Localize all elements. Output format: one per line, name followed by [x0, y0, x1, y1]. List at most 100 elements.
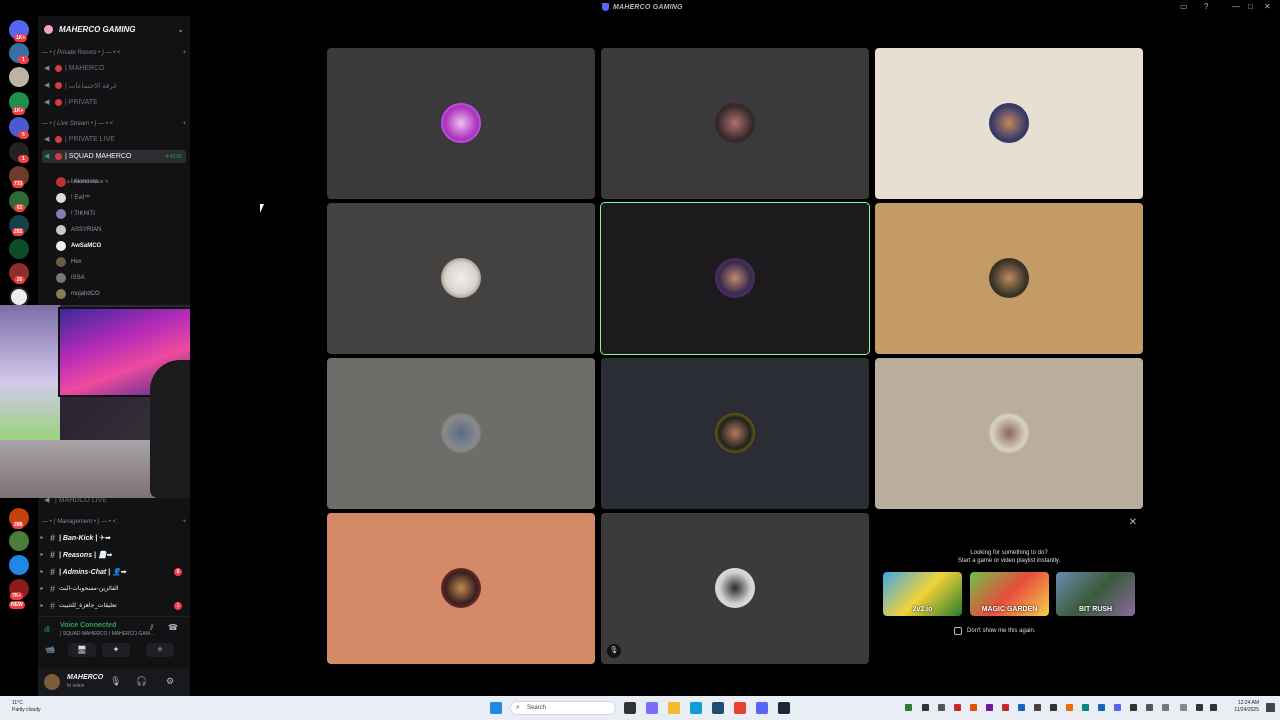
avatar[interactable]	[44, 674, 60, 690]
guild-header[interactable]: MAHERCO GAMING ⌄	[38, 16, 190, 42]
category-private-rooms[interactable]: — • ( Private Rooms • ) — • < +	[42, 50, 186, 56]
voice-channel-maherco[interactable]: ◀ | MAHERCO	[42, 62, 186, 75]
volume-icon[interactable]	[1210, 704, 1217, 711]
chrome-icon[interactable]	[734, 702, 746, 714]
voice-channel-squad-maherco[interactable]: ◀ | SQUAD MAHERCO 4:42:56	[42, 150, 186, 163]
task-view-icon[interactable]	[624, 702, 636, 714]
participant-tile[interactable]	[875, 358, 1143, 509]
voice-channel-private-live[interactable]: ◀ | PRIVATE LIVE	[42, 133, 186, 146]
participant-tile-speaking[interactable]	[600, 202, 870, 355]
add-channel-icon[interactable]: +	[182, 121, 186, 127]
participant-tile[interactable]	[875, 203, 1143, 354]
store-icon[interactable]	[712, 702, 724, 714]
category-live-stream[interactable]: — • ( Live Stream • ) — • < +	[42, 121, 186, 127]
username[interactable]: MAHERCO	[67, 674, 103, 681]
camera-button[interactable]: 📹	[34, 643, 66, 657]
close-button[interactable]: ✕	[1264, 2, 1271, 11]
tray-icon[interactable]	[970, 704, 977, 711]
add-channel-icon[interactable]: +	[182, 50, 186, 56]
checkbox[interactable]	[954, 627, 962, 635]
chevron-up-icon[interactable]	[1180, 704, 1187, 711]
text-channel-comments[interactable]: ▸ # تعليقات_جاهزة_للتثبيت 1	[38, 598, 190, 613]
start-icon[interactable]	[490, 702, 502, 714]
taskbar-search[interactable]: ⌕ Search	[510, 701, 616, 715]
dont-show-again[interactable]: Don't show me this again.	[954, 627, 1036, 635]
tray-icon[interactable]	[1098, 704, 1105, 711]
participant-tile[interactable]	[327, 203, 595, 354]
tray-icon[interactable]	[1002, 704, 1009, 711]
headphones-icon[interactable]: 🎧	[136, 676, 147, 687]
tray-icon[interactable]	[938, 704, 945, 711]
chevron-down-icon[interactable]: ⌄	[177, 25, 184, 34]
tray-icon[interactable]	[1146, 704, 1153, 711]
bluetooth-icon[interactable]	[1162, 704, 1169, 711]
category-management[interactable]: — • ( Management • ) — • < +	[42, 519, 186, 525]
voice-user[interactable]: ! Akmoora	[56, 175, 98, 188]
voice-user[interactable]: ! TIKHITI	[56, 207, 95, 220]
file-explorer-icon[interactable]	[668, 702, 680, 714]
server-icon[interactable]	[9, 287, 29, 307]
maximize-button[interactable]: □	[1248, 2, 1253, 11]
voice-connected-channel[interactable]: | SQUAD MAHERCO / MAHERCO GAM...	[60, 631, 154, 637]
help-icon[interactable]: ?	[1204, 2, 1208, 11]
activities-button[interactable]: ✦	[102, 643, 130, 657]
weather-widget[interactable]: 11°C Partly cloudy	[12, 700, 41, 714]
notification-bell-icon[interactable]	[1266, 703, 1275, 712]
copilot-icon[interactable]	[646, 702, 658, 714]
text-channel-reasons[interactable]: ▸ # | Reasons | 📄➡	[38, 547, 190, 562]
minimize-button[interactable]: —	[1232, 2, 1240, 11]
tray-icon[interactable]	[922, 704, 929, 711]
game-card-bit-rush[interactable]: BIT RUSH	[1056, 572, 1135, 616]
voice-channel-meetings[interactable]: ◀ | غرفة الاجتماعات	[42, 79, 186, 92]
participant-tile[interactable]	[327, 513, 595, 664]
disconnect-icon[interactable]: ☎	[168, 623, 178, 632]
tray-icon[interactable]	[1082, 704, 1089, 711]
tray-icon[interactable]	[1066, 704, 1073, 711]
voice-user[interactable]: ASSYRIAN	[56, 223, 101, 236]
soundboard-button[interactable]: ✧	[146, 643, 174, 657]
participant-tile[interactable]	[327, 358, 595, 509]
voice-user[interactable]: AwSaMCO	[56, 239, 101, 252]
participant-tile[interactable]	[601, 48, 869, 199]
microphone-icon[interactable]: 🎙	[110, 676, 121, 687]
game-card-2v2[interactable]: 2v2.io	[883, 572, 962, 616]
discord-icon[interactable]	[756, 702, 768, 714]
screen-share-button[interactable]: 🖥	[68, 643, 96, 657]
voice-user[interactable]: ISSA	[56, 271, 85, 284]
tray-icon[interactable]	[1034, 704, 1041, 711]
participant-tile[interactable]	[601, 358, 869, 509]
text-channel-admins-chat[interactable]: ▸ # | Admins-Chat | 👤➡ 6	[38, 564, 190, 579]
steam-icon[interactable]	[778, 702, 790, 714]
participant-tile[interactable]	[875, 48, 1143, 199]
tray-icon[interactable]	[1130, 704, 1137, 711]
tray-icon[interactable]	[905, 704, 912, 711]
participant-tile[interactable]	[327, 48, 595, 199]
tray-icon[interactable]	[1114, 704, 1121, 711]
voice-user[interactable]: Hex	[56, 255, 82, 268]
voice-user[interactable]: mojahdCO	[56, 287, 100, 300]
system-clock[interactable]: 12:24 AM 11/24/2025	[1225, 700, 1259, 714]
settings-gear-icon[interactable]: ⚙	[166, 676, 174, 687]
tray-icon[interactable]	[954, 704, 961, 711]
wifi-icon[interactable]	[1196, 704, 1203, 711]
game-card-magic-garden[interactable]: MAGIC GARDEN	[970, 572, 1049, 616]
tray-icon[interactable]	[986, 704, 993, 711]
participant-tile[interactable]: 🎙	[601, 513, 869, 664]
add-channel-icon[interactable]: +	[182, 519, 186, 525]
server-icon[interactable]	[9, 239, 29, 259]
tray-icon[interactable]	[1050, 704, 1057, 711]
close-icon[interactable]: ✕	[1129, 517, 1137, 528]
inbox-icon[interactable]: ▭	[1180, 2, 1188, 11]
voice-channel-private[interactable]: ◀ | PRIVATE	[42, 96, 186, 109]
server-icon[interactable]	[9, 67, 29, 87]
text-channel-ban-kick[interactable]: ▸ # | Ban-Kick | ✈➡	[38, 530, 190, 545]
server-icon[interactable]	[9, 555, 29, 575]
edge-icon[interactable]	[690, 702, 702, 714]
text-channel-winners[interactable]: ▸ # الفائزين-مسحوبات-البث	[38, 581, 190, 596]
voice-user[interactable]: ! Evil™	[56, 191, 90, 204]
noise-suppression-icon[interactable]: ⫽	[150, 623, 154, 633]
server-icon[interactable]	[9, 531, 29, 551]
voice-connected-title[interactable]: Voice Connected	[60, 622, 116, 629]
tray-icon[interactable]	[1018, 704, 1025, 711]
signal-icon[interactable]: ıll	[44, 625, 50, 634]
